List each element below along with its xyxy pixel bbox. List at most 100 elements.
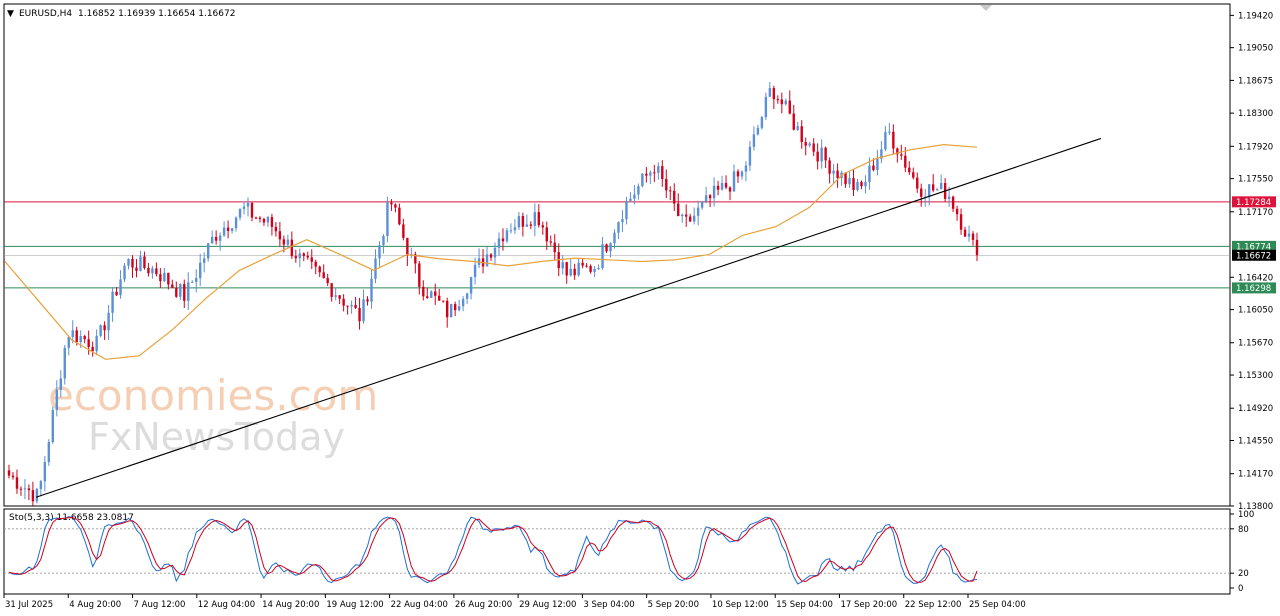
candle-body [11,475,15,478]
time-tick-label: 10 Sep 12:00 [712,600,769,610]
candle-body [290,239,294,257]
candle-body [696,207,700,216]
collapse-arrow-icon[interactable]: ▼ [7,9,14,19]
candle-body [585,265,588,267]
candle-body [609,243,612,252]
stochastic-axis: 100 80 20 0 [1230,510,1254,594]
candle-body [804,142,807,146]
candle-body [681,214,684,217]
candle-body [322,272,325,278]
candle-body [262,218,266,223]
symbol-label: EURUSD,H4 [19,9,72,19]
candle-body [553,242,556,253]
candle-body [461,298,465,307]
candle-body [489,254,493,258]
candle-body [422,286,425,297]
price-tick-label: 1.16420 [1238,273,1273,283]
candle-body [752,134,756,147]
candle-body [206,243,210,259]
candle-body [685,214,688,217]
candle-body [298,253,301,259]
candle-body [135,267,138,271]
chart-canvas[interactable]: economies.com FxNewsToday ▼ EURUSD,H4 1.… [0,0,1280,616]
candle-body [242,206,246,209]
candle-body [167,272,170,285]
price-tick-label: 1.16050 [1238,306,1273,316]
candle-body [163,272,166,282]
candle-body [975,239,979,256]
candle-body [27,488,31,491]
candle-body [191,281,194,283]
time-tick-label: 22 Aug 04:00 [391,600,448,610]
stochastic-tick-label: 100 [1238,510,1254,520]
candle-body [677,203,680,217]
candle-body [19,488,23,490]
candle-body [541,225,544,228]
candle-body [569,268,572,276]
time-tick-label: 12 Aug 04:00 [198,600,255,610]
candle-body [171,284,174,289]
candle-body [442,300,445,302]
candle-body [187,282,190,301]
candle-body [900,154,903,156]
candle-body [700,201,704,208]
candle-body [270,217,274,227]
candle-body [306,255,309,258]
candle-body [501,238,505,242]
candle-body [151,268,154,274]
candle-body [661,166,664,180]
candle-body [824,147,827,161]
candle-body [226,227,230,231]
price-tick-label: 1.18675 [1238,76,1273,86]
price-tick-label: 1.19420 [1238,11,1273,21]
candle-body [724,183,728,188]
level-label-text: 1.16298 [1236,284,1271,294]
candle-body [119,279,122,296]
candle-body [310,257,313,262]
candle-body [95,335,98,352]
candle-body [302,253,305,256]
candle-body [728,187,732,192]
candle-body [314,261,317,267]
time-tick-label: 7 Aug 12:00 [134,600,186,610]
candle-body [39,481,43,489]
candle-body [354,304,357,309]
candle-body [593,268,596,272]
candle-body [692,215,696,222]
price-tick-label: 1.15670 [1238,339,1273,349]
candle-body [537,212,541,226]
candle-body [131,258,134,268]
stochastic-tick-label: 0 [1238,584,1243,594]
candle-body [732,171,736,192]
candle-body [218,235,222,241]
candle-body [286,239,290,245]
candle-body [202,258,206,263]
candle-body [51,409,55,443]
candle-body [179,284,182,297]
candle-body [43,462,47,482]
candle-body [808,143,811,146]
stochastic-panel[interactable] [3,508,1231,595]
candle-body [139,256,142,271]
candle-body [629,198,632,201]
time-tick-label: 4 Aug 20:00 [69,600,121,610]
candle-body [513,227,517,231]
candle-body [115,291,118,296]
candle-body [394,204,397,208]
time-tick-label: 25 Sep 04:00 [969,600,1026,610]
candle-body [892,131,895,149]
candle-body [390,202,393,205]
candle-body [931,184,935,191]
candle-body [844,172,847,185]
candle-body [67,336,70,348]
stochastic-tick-label: 20 [1238,569,1249,579]
candle-body [613,232,616,244]
candle-body [740,171,744,177]
candle-body [469,277,473,294]
candle-body [63,347,66,379]
candle-body [350,304,353,307]
candle-body [366,299,369,302]
candle-body [533,212,537,226]
candle-body [561,262,564,269]
candle-body [294,256,298,259]
